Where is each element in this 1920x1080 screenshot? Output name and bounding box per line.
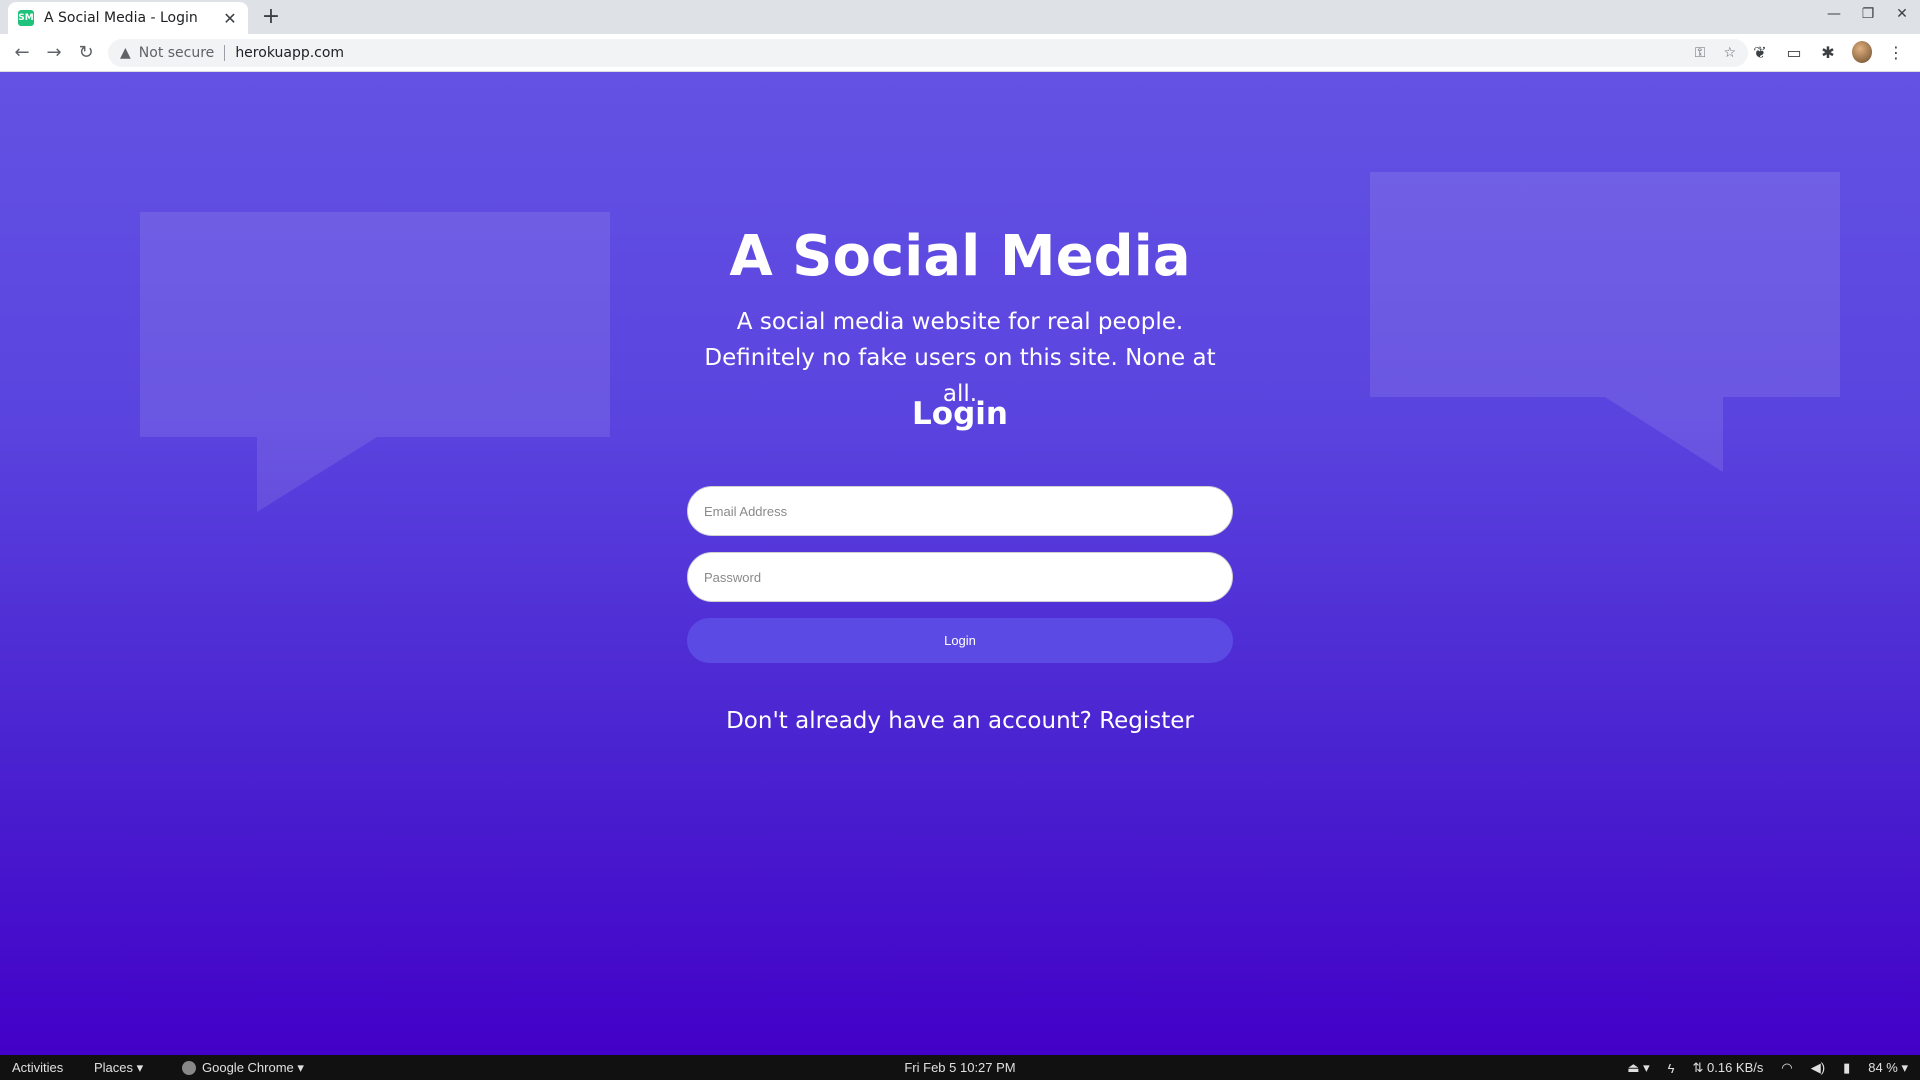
warning-icon: ▲ <box>120 45 131 61</box>
site-title: A Social Media <box>729 224 1191 289</box>
browser-menu-icon[interactable]: ⋮ <box>1886 43 1906 62</box>
security-status[interactable]: Not secure <box>139 45 215 61</box>
network-speed: ⇅ 0.16 KB/s <box>1692 1060 1764 1075</box>
tab-title: A Social Media - Login <box>44 10 198 26</box>
address-bar[interactable]: ▲ Not secure herokuapp.com ⚿ ☆ <box>108 39 1748 67</box>
eject-icon[interactable]: ⏏ ▾ <box>1627 1060 1649 1076</box>
volume-icon[interactable]: ◀) <box>1811 1060 1825 1076</box>
wifi-icon[interactable]: ◠ <box>1781 1060 1792 1076</box>
restore-icon[interactable]: ❐ <box>1860 6 1876 22</box>
password-field[interactable] <box>687 552 1233 602</box>
extensions-area: ❦ ▭ ✱ ⋮ <box>1750 41 1906 63</box>
bookmark-star-icon[interactable]: ☆ <box>1723 45 1736 61</box>
battery-level[interactable]: 84 % ▾ <box>1868 1060 1908 1076</box>
register-prompt: Don't already have an account? Register <box>0 708 1920 734</box>
browser-toolbar: ← → ↻ ▲ Not secure herokuapp.com ⚿ ☆ ❦ ▭… <box>0 34 1920 72</box>
os-taskbar: Activities Places ▾ Google Chrome ▾ Fri … <box>0 1055 1920 1080</box>
battery-icon: ▮ <box>1843 1060 1851 1075</box>
speech-bubble-tail-left <box>257 437 377 512</box>
profile-avatar[interactable] <box>1852 41 1872 63</box>
back-button[interactable]: ← <box>10 41 34 65</box>
new-tab-button[interactable]: + <box>258 4 284 30</box>
power-icon[interactable]: ϟ <box>1668 1061 1675 1076</box>
forward-button[interactable]: → <box>42 41 66 65</box>
tab-close-icon[interactable]: ✕ <box>222 9 238 28</box>
site-favicon-icon: SM <box>18 10 34 26</box>
extensions-puzzle-icon[interactable]: ✱ <box>1818 43 1838 62</box>
register-prompt-text: Don't already have an account? <box>726 708 1092 734</box>
extension-icon[interactable]: ❦ <box>1750 43 1770 62</box>
browser-tab[interactable]: SM A Social Media - Login ✕ <box>8 2 248 34</box>
window-controls: — ❐ ✕ <box>1826 6 1910 22</box>
browser-tab-bar: SM A Social Media - Login ✕ + — ❐ ✕ <box>0 0 1920 34</box>
register-link[interactable]: Register <box>1099 708 1194 734</box>
omnibox-actions: ⚿ ☆ <box>1695 45 1736 61</box>
system-tray: ⏏ ▾ ϟ ⇅ 0.16 KB/s ◠ ◀) ▮ 84 % ▾ <box>1627 1060 1908 1076</box>
key-icon[interactable]: ⚿ <box>1695 45 1706 61</box>
login-page: A Social Media A social media website fo… <box>0 72 1920 1055</box>
reload-button[interactable]: ↻ <box>74 41 98 65</box>
close-window-icon[interactable]: ✕ <box>1894 6 1910 22</box>
url-text[interactable]: herokuapp.com <box>235 45 344 61</box>
email-field[interactable] <box>687 486 1233 536</box>
extension-placeholder-icon[interactable]: ▭ <box>1784 43 1804 62</box>
minimize-icon[interactable]: — <box>1826 6 1842 22</box>
login-button[interactable]: Login <box>687 618 1233 663</box>
omnibox-divider <box>224 45 226 61</box>
login-heading: Login <box>912 396 1008 432</box>
